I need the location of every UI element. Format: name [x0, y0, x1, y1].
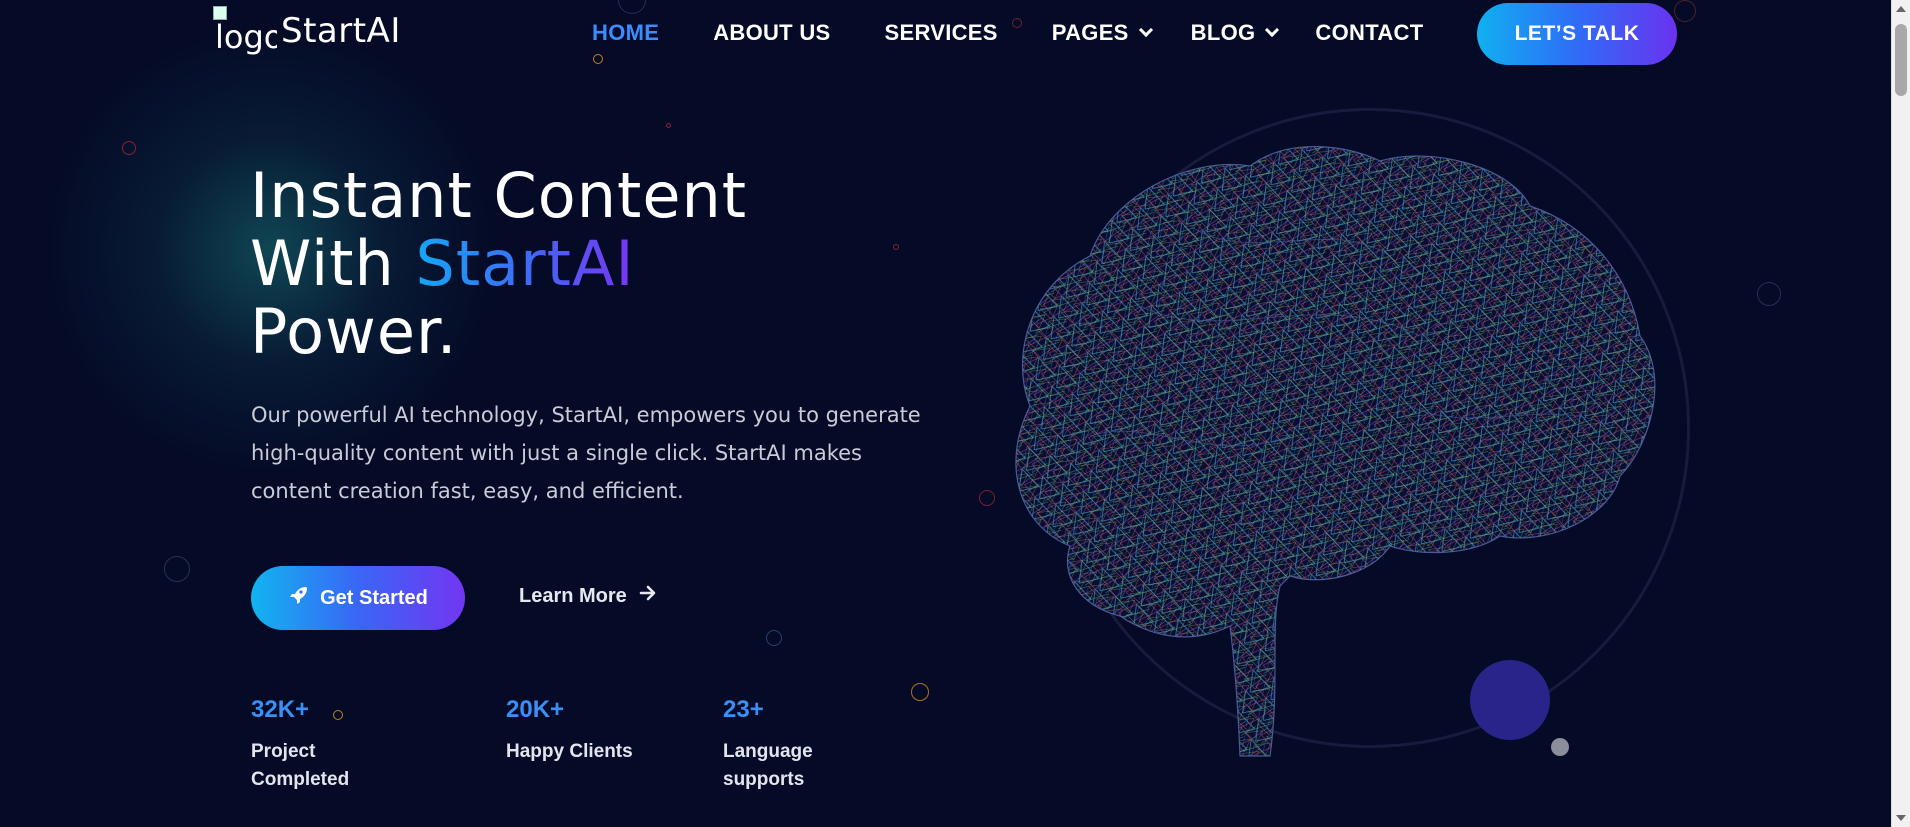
nav-item-services[interactable]: SERVICES: [885, 20, 998, 46]
logo-image-broken: logo: [213, 4, 277, 58]
decor-ring: [666, 123, 671, 128]
headline-line2-prefix: With: [250, 227, 416, 300]
headline-line1: Instant Content: [250, 159, 748, 232]
hero-headline: Instant Content With StartAI Power.: [250, 162, 747, 366]
decor-ring: [164, 556, 190, 582]
nav-label: SERVICES: [884, 20, 998, 45]
decor-ring: [1674, 0, 1696, 22]
nav-label: CONTACT: [1315, 20, 1424, 45]
stat-projects: 32K+ Project Completed: [251, 696, 391, 794]
nav-item-about-us[interactable]: ABOUT US: [713, 20, 830, 46]
stat-label: Project Completed: [251, 741, 350, 790]
learn-more-link[interactable]: Learn More: [519, 584, 657, 608]
arrow-right-icon: [639, 584, 657, 608]
stat-value: 23+: [723, 696, 764, 723]
nav-label: HOME: [592, 20, 660, 45]
decor-ring: [618, 0, 646, 14]
nav-label: PAGES: [1051, 20, 1129, 45]
learn-more-label: Learn More: [519, 584, 627, 607]
stat-languages: 23+ Language supports: [723, 696, 863, 794]
decor-grey-dot: [1551, 738, 1569, 756]
chevron-down-icon: [1138, 22, 1153, 38]
nav-item-contact[interactable]: CONTACT: [1315, 20, 1423, 46]
stat-label: Language supports: [723, 741, 813, 790]
stat-label: Happy Clients: [506, 741, 633, 762]
nav-item-blog[interactable]: BLOG: [1190, 20, 1280, 46]
logo-alt-text: logo: [215, 18, 277, 56]
nav-label: BLOG: [1190, 20, 1256, 45]
logo-text: StartAI: [281, 11, 401, 51]
stat-value: 32K+: [251, 696, 310, 723]
get-started-button[interactable]: Get Started: [251, 566, 465, 630]
stat-value: 20K+: [506, 696, 565, 723]
page: logo StartAI HOME ABOUT US SERVICES PAGE…: [0, 0, 1891, 827]
decor-ring: [911, 683, 929, 701]
nav-item-home[interactable]: HOME: [592, 20, 659, 46]
brain-illustration: [1015, 145, 1656, 757]
decor-ring: [122, 141, 136, 155]
chevron-down-icon: [1265, 22, 1280, 38]
nav-item-pages[interactable]: PAGES: [1051, 20, 1153, 46]
headline-accent: StartAI: [415, 227, 635, 300]
decor-purple-dot: [1470, 660, 1550, 740]
scroll-down-arrow[interactable]: [1896, 815, 1906, 821]
page-scrollbar[interactable]: [1891, 0, 1910, 827]
hero-description: Our powerful AI technology, StartAI, emp…: [251, 403, 921, 503]
main-nav: HOME ABOUT US SERVICES PAGES BLOG CONTAC…: [592, 20, 1477, 46]
scrollbar-thumb[interactable]: [1895, 24, 1907, 96]
stat-clients: 20K+ Happy Clients: [506, 696, 646, 766]
lets-talk-button[interactable]: LET’S TALK: [1477, 3, 1677, 65]
decor-ring: [893, 244, 899, 250]
decor-ring: [766, 630, 782, 646]
nav-label: ABOUT US: [713, 20, 831, 45]
get-started-label: Get Started: [320, 586, 428, 609]
decor-ring: [1757, 282, 1781, 306]
decor-ring: [593, 54, 603, 64]
rocket-icon: [288, 585, 308, 611]
logo[interactable]: logo StartAI: [213, 4, 401, 58]
scroll-up-arrow[interactable]: [1896, 6, 1906, 12]
headline-line3: Power.: [250, 295, 458, 368]
